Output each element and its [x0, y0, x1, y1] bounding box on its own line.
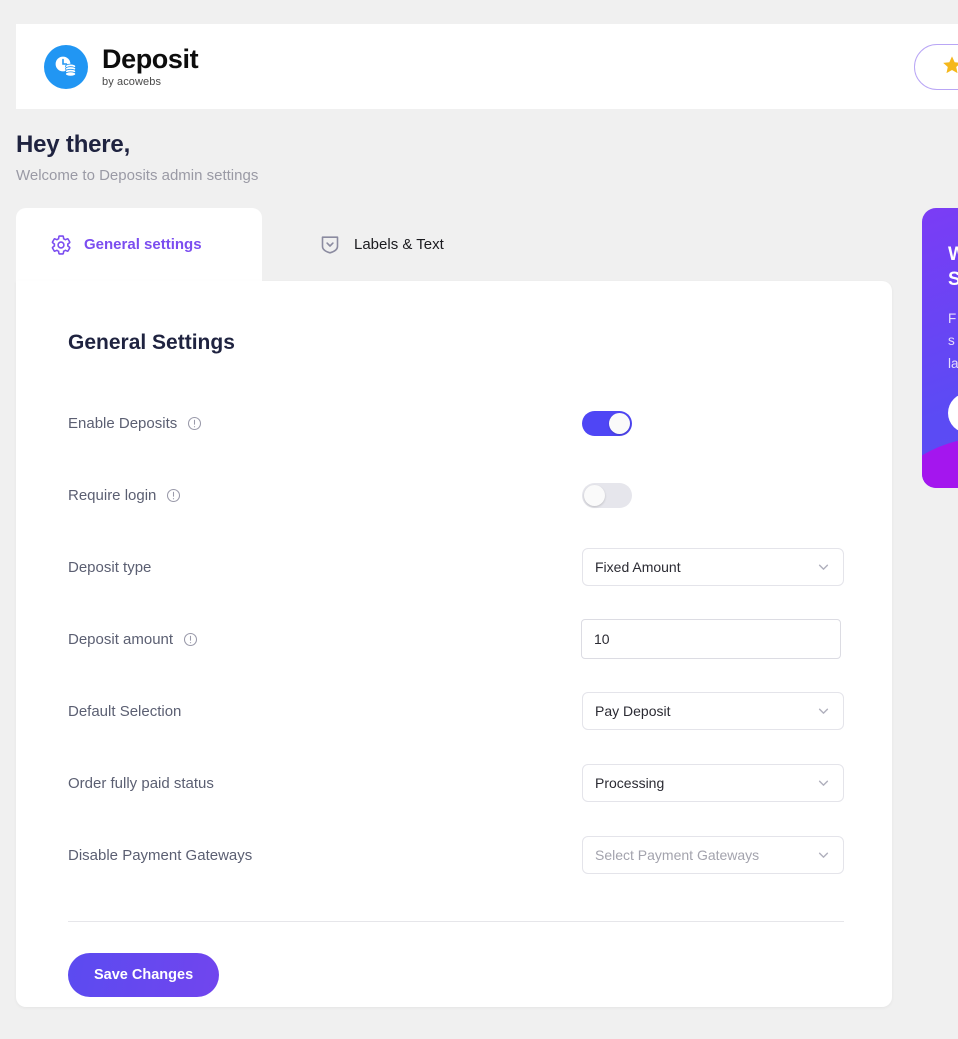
form-divider — [68, 921, 844, 922]
save-button[interactable]: Save Changes — [68, 953, 220, 997]
promo-title-line-1: W — [948, 244, 958, 265]
select-placeholder: Select Payment Gateways — [595, 847, 760, 863]
brand-title: Deposit — [102, 43, 199, 74]
control-wrap: Fixed Amount — [582, 548, 844, 586]
control-wrap: Select Payment Gateways — [582, 836, 844, 874]
info-circle-icon[interactable] — [166, 488, 181, 503]
promo-body: F s la — [948, 308, 958, 375]
select-default-selection[interactable]: Pay Deposit — [582, 692, 844, 730]
field-label-text: Disable Payment Gateways — [68, 846, 253, 864]
field-label: Disable Payment Gateways — [68, 847, 582, 864]
brand: Deposit by acowebs — [44, 43, 199, 89]
select-disable-payment-gateways[interactable]: Select Payment Gateways — [582, 836, 844, 874]
select-deposit-type[interactable]: Fixed Amount — [582, 548, 844, 586]
chevron-down-icon — [815, 847, 832, 864]
promo-body-line-2: s — [948, 333, 955, 349]
settings-card: General Settings Enable Deposits Require… — [16, 281, 892, 1007]
field-label: Deposit amount — [68, 631, 582, 648]
promo-body-line-3: la — [948, 355, 958, 371]
chevron-down-icon — [815, 559, 832, 576]
toggle-knob — [609, 412, 630, 434]
field-label: Order fully paid status — [68, 775, 582, 792]
page-title: Hey there, — [16, 131, 131, 158]
app-root: Deposit by acowebs Hey there, Welcome to… — [0, 0, 958, 1039]
promo-decorative-blob — [922, 436, 958, 488]
toggle-knob — [584, 484, 605, 506]
field-label-text: Require login — [68, 486, 157, 504]
field-default-selection: Default Selection Pay Deposit — [68, 675, 844, 747]
select-order-fully-paid-status[interactable]: Processing — [582, 764, 844, 802]
tab-labels-and-text[interactable]: Labels & Text — [318, 208, 478, 281]
info-circle-icon[interactable] — [187, 416, 202, 431]
input-value: 10 — [594, 631, 610, 647]
field-label: Enable Deposits — [68, 415, 582, 432]
field-label: Require login — [68, 487, 582, 504]
settings-form: Enable Deposits Require login Deposit ty… — [68, 387, 844, 997]
field-require-login: Require login — [68, 459, 844, 531]
favorite-button[interactable] — [914, 44, 958, 90]
tab-general-settings-label: General settings — [84, 236, 202, 253]
chevron-down-icon — [815, 775, 832, 792]
tab-general-settings[interactable]: General settings — [16, 208, 262, 281]
field-label: Deposit type — [68, 559, 582, 576]
field-label-text: Deposit type — [68, 558, 152, 576]
select-value: Processing — [595, 775, 665, 791]
field-label-text: Order fully paid status — [68, 774, 214, 792]
star-icon — [941, 54, 958, 81]
field-order-fully-paid-status: Order fully paid status Processing — [68, 747, 844, 819]
brand-subtitle: by acowebs — [102, 75, 162, 88]
brand-text: Deposit by acowebs — [102, 43, 199, 88]
tab-labels-and-text-label: Labels & Text — [354, 236, 444, 253]
field-deposit-type: Deposit type Fixed Amount — [68, 531, 844, 603]
field-label-text: Default Selection — [68, 702, 182, 720]
select-value: Fixed Amount — [595, 559, 681, 575]
toggle-enable-deposits[interactable] — [582, 410, 632, 436]
input-deposit-amount[interactable]: 10 — [581, 619, 841, 659]
info-circle-icon[interactable] — [183, 632, 198, 647]
promo-title-line-2: S — [948, 269, 958, 291]
control-wrap: Pay Deposit — [582, 692, 844, 730]
field-label: Default Selection — [68, 703, 582, 720]
chevron-down-icon — [815, 703, 832, 720]
field-disable-payment-gateways: Disable Payment Gateways Select Payment … — [68, 819, 844, 891]
shield-chevron-down-icon — [318, 233, 342, 257]
greeting: Hey there, Welcome to Deposits admin set… — [16, 131, 258, 184]
toggle-require-login[interactable] — [582, 482, 632, 508]
control-wrap: Processing — [582, 764, 844, 802]
promo-body-line-1: F — [948, 311, 957, 327]
field-label-text: Deposit amount — [68, 630, 174, 648]
gear-icon — [50, 234, 72, 256]
page-subtitle: Welcome to Deposits admin settings — [16, 167, 259, 184]
promo-card: W S F s la — [922, 208, 958, 488]
promo-title: W S — [948, 242, 958, 292]
section-title: General Settings — [68, 331, 235, 354]
tab-bar: General settings Labels & Text — [16, 208, 478, 281]
clock-coins-icon — [44, 44, 88, 89]
field-deposit-amount: Deposit amount 10 — [68, 603, 844, 675]
promo-action-button[interactable] — [948, 392, 958, 433]
app-header: Deposit by acowebs — [16, 24, 958, 109]
select-value: Pay Deposit — [595, 703, 671, 719]
field-label-text: Enable Deposits — [68, 414, 178, 432]
field-enable-deposits: Enable Deposits — [68, 387, 844, 459]
control-wrap: 10 — [581, 619, 844, 659]
